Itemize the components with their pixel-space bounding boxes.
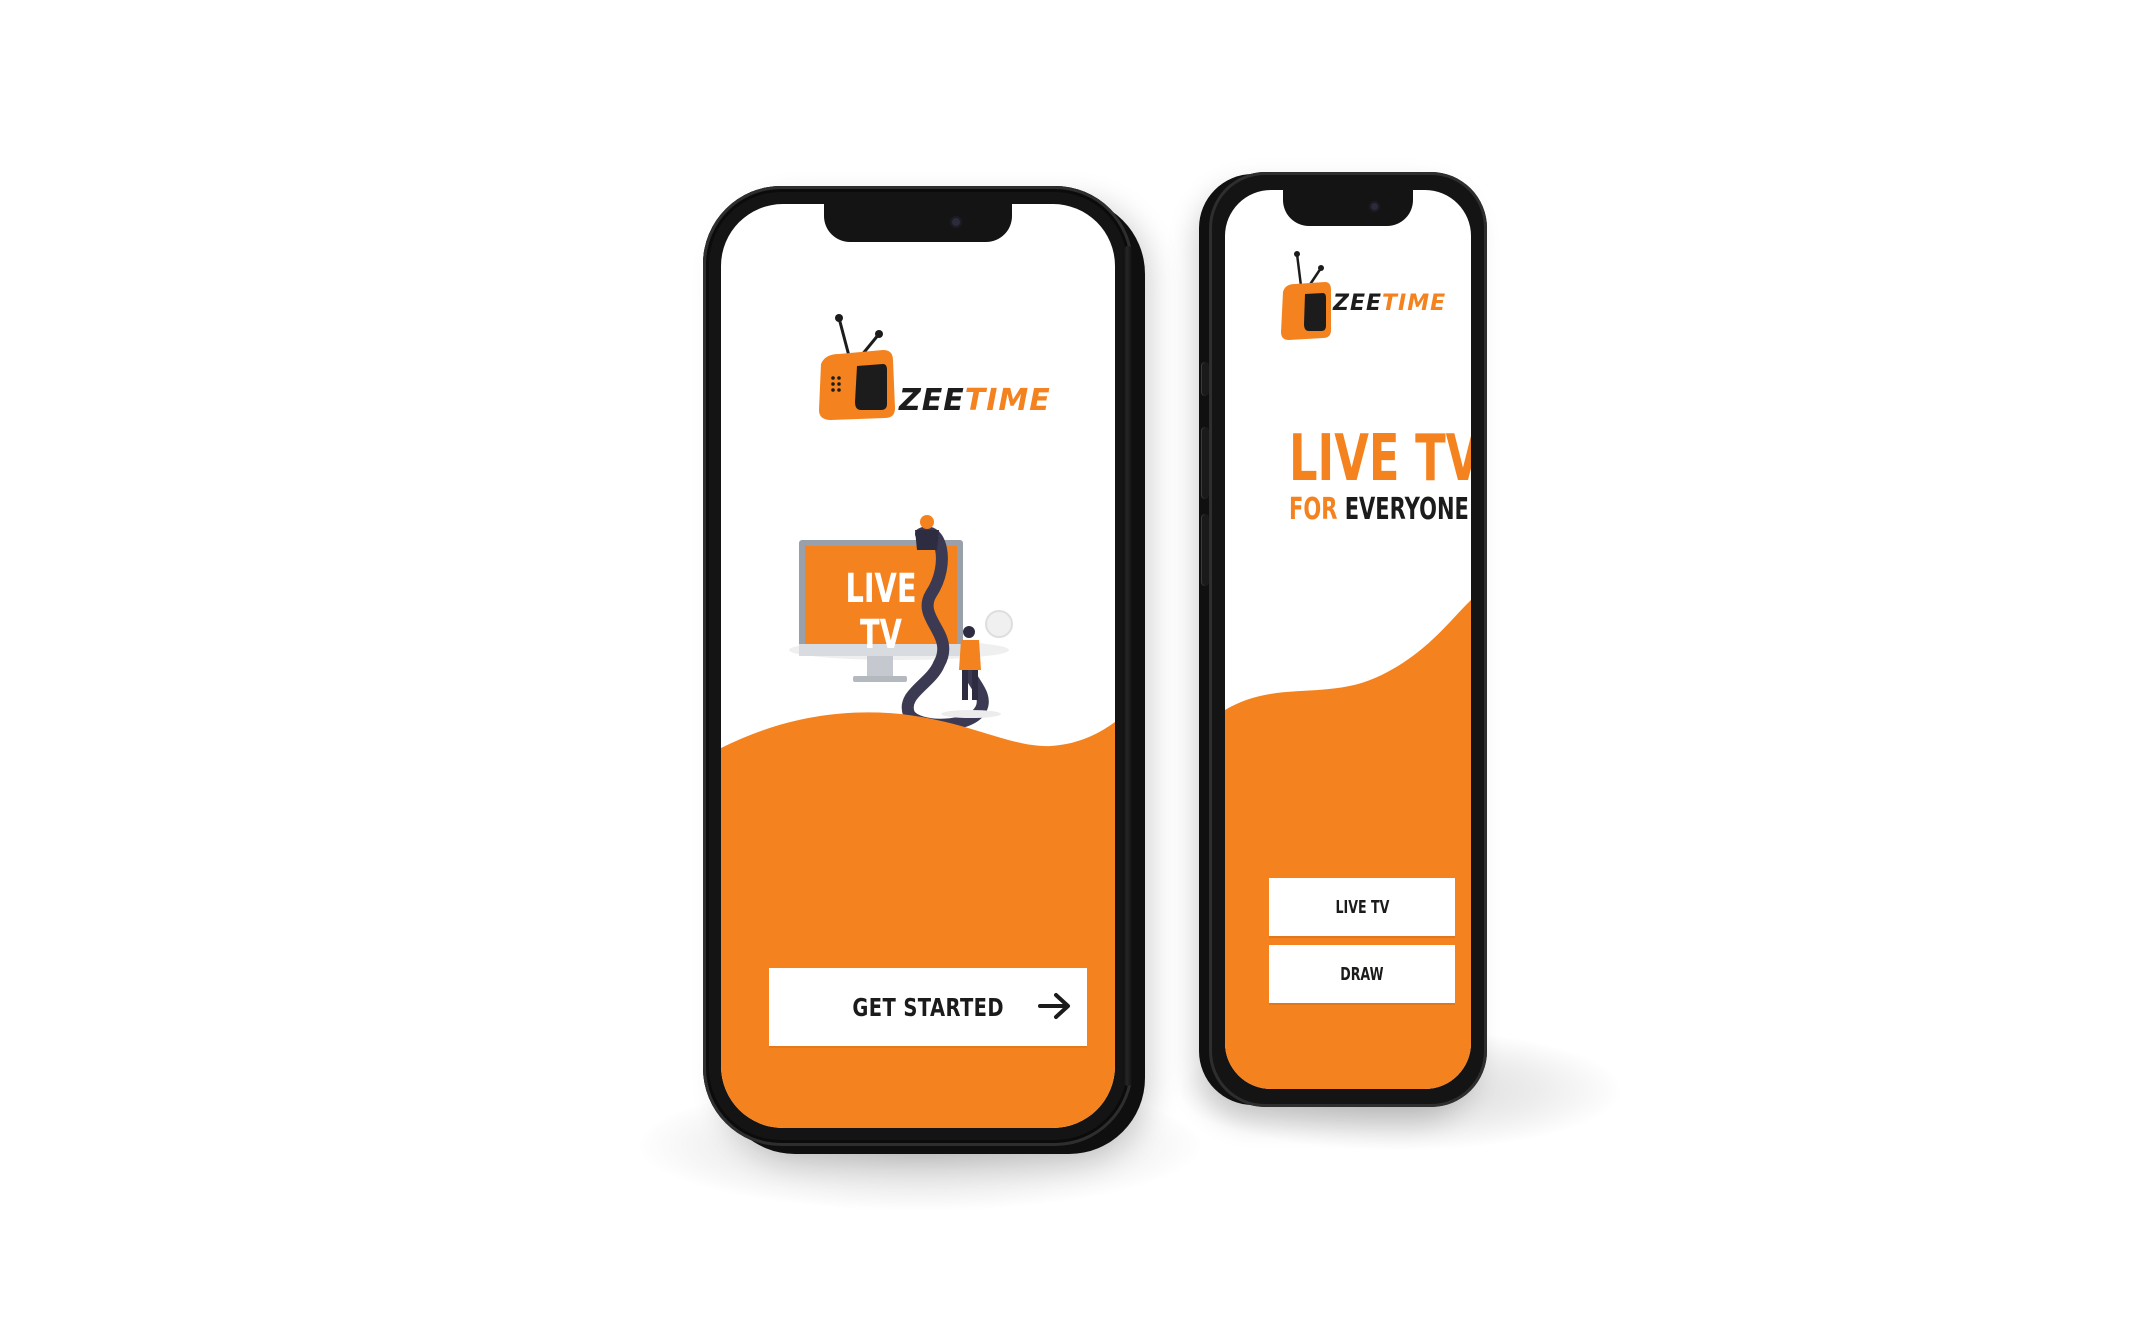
mockup-scene: ZEETIME LIVE TV GET STARTED ZEETIME LIVE…: [0, 0, 2129, 1319]
headline-subline: FOR EVERYONE: [1289, 495, 1471, 525]
brand-name-small: ZEETIME: [1333, 291, 1446, 316]
orange-wave-background-menu: [1225, 600, 1471, 1089]
brand-name-zee-small: ZEE: [1333, 291, 1383, 316]
get-started-label: GET STARTED: [852, 992, 1004, 1022]
phone-menu: ZEETIME LIVE TV FOR EVERYONE LIVE TV DRA: [1201, 172, 1487, 1107]
headline-live-tv: LIVE TV: [1289, 422, 1471, 496]
orange-wave-background: [721, 712, 1115, 1128]
arrow-right-icon: [1037, 988, 1073, 1029]
mute-switch: [1201, 362, 1209, 396]
front-camera-icon: [950, 216, 962, 228]
zeetime-logo: ZEETIME: [817, 314, 1051, 424]
phone2-notch: [1283, 190, 1413, 226]
menu-item-live-tv[interactable]: LIVE TV: [1269, 878, 1455, 936]
menu-screen: ZEETIME LIVE TV FOR EVERYONE LIVE TV DRA: [1225, 190, 1471, 1089]
get-started-button[interactable]: GET STARTED: [769, 968, 1087, 1046]
tv-logo-icon-small: [1279, 250, 1333, 342]
menu-item-live-tv-label: LIVE TV: [1335, 896, 1389, 918]
welcome-screen: ZEETIME LIVE TV GET STARTED: [721, 204, 1115, 1128]
brand-name-time: TIME: [964, 383, 1051, 418]
brand-name-time-small: TIME: [1382, 291, 1447, 316]
headline: LIVE TV FOR EVERYONE: [1289, 427, 1471, 525]
brand-name: ZEETIME: [899, 383, 1051, 418]
brand-name-zee: ZEE: [899, 383, 965, 418]
phone1-notch: [824, 204, 1012, 242]
menu-item-draw[interactable]: DRAW: [1269, 945, 1455, 1003]
phone-welcome: ZEETIME LIVE TV GET STARTED: [703, 186, 1133, 1146]
live-tv-illustration: LIVE TV: [781, 504, 1051, 734]
tv-logo-icon: [817, 314, 897, 424]
illustration-screen-text: LIVE TV: [845, 566, 917, 658]
phone1-side-edge: [1123, 246, 1133, 1086]
headline-everyone: EVERYONE: [1344, 492, 1469, 527]
volume-up-button: [1201, 427, 1209, 499]
zeetime-logo-small: ZEETIME: [1279, 250, 1446, 342]
headline-for: FOR: [1289, 492, 1338, 527]
menu-item-draw-label: DRAW: [1340, 963, 1384, 985]
volume-down-button: [1201, 514, 1209, 586]
front-camera-icon-2: [1369, 201, 1380, 212]
